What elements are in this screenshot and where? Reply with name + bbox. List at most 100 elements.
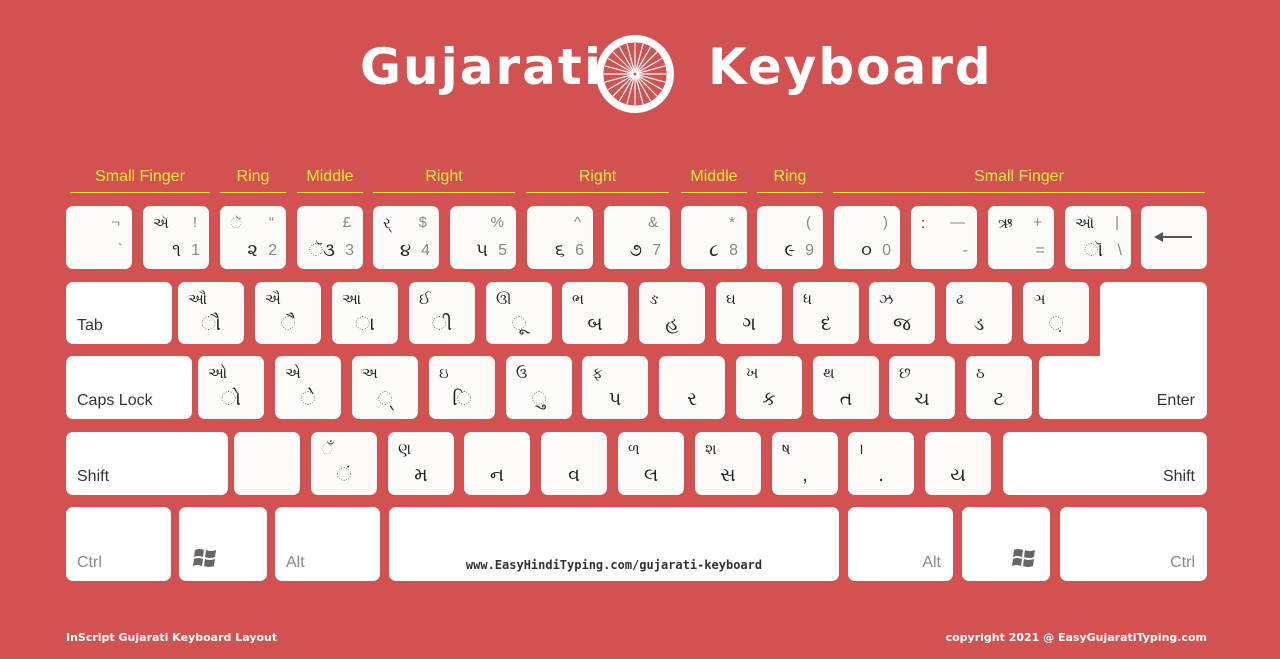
key-bottom-5[interactable]: ળલ [618, 432, 684, 495]
enter-label: Enter [1156, 392, 1195, 409]
spacebar[interactable]: www.EasyHindiTyping.com/gujarati-keyboar… [389, 507, 839, 581]
left-windows-key[interactable] [179, 507, 267, 581]
key-number-0[interactable]: ¬ ` [66, 206, 132, 269]
gujarati-char: ટ [993, 389, 1005, 410]
shift-symbol: % [490, 214, 504, 231]
gujarati-char: ૉ [1084, 240, 1103, 260]
base-char: - [962, 242, 968, 259]
gujarati-char: ં [336, 465, 352, 486]
right-ctrl-key[interactable]: Ctrl [1060, 507, 1207, 581]
gujarati-char: ૈ [280, 314, 296, 335]
right-shift-key[interactable]: Shift [1003, 432, 1207, 495]
key-number-2[interactable]: ૅ “ ૨ 2 [220, 206, 286, 269]
shift-gujarati-char: ઇ [439, 365, 449, 382]
key-number-13[interactable]: ઑ |ૉ \ [1065, 206, 1131, 269]
gujarati-char: િ [452, 389, 472, 410]
tab-label: Tab [77, 317, 103, 334]
key-top-10[interactable]: ઢડ [946, 282, 1012, 344]
key-home-8[interactable]: થત [813, 356, 879, 419]
key-top-2[interactable]: આા [332, 282, 398, 344]
gujarati-char: ૬ [554, 240, 565, 260]
key-number-11[interactable]: : — - [911, 206, 977, 269]
gujarati-char: . [878, 465, 884, 486]
key-top-0[interactable]: ઔૌ [178, 282, 244, 344]
shift-gujarati-char: ઝ [879, 291, 894, 308]
key-top-8[interactable]: ધદ [793, 282, 859, 344]
base-char: ` [117, 242, 123, 259]
key-top-5[interactable]: ભબ [562, 282, 628, 344]
key-home-5[interactable]: ફપ [582, 356, 648, 419]
key-top-9[interactable]: ઝજ [869, 282, 935, 344]
gujarati-char: ક [762, 389, 776, 410]
enter-key[interactable]: Enter [1039, 356, 1207, 419]
key-home-3[interactable]: ઇિ [429, 356, 495, 419]
shift-symbol: “ [269, 214, 274, 231]
right-alt-key[interactable]: Alt [848, 507, 953, 581]
left-ctrl-key[interactable]: Ctrl [66, 507, 171, 581]
left-shift-key[interactable]: Shift [66, 432, 228, 495]
gujarati-char: વ [568, 465, 580, 486]
key-bottom-4[interactable]: વ [541, 432, 607, 495]
shift-symbol: $ [418, 214, 427, 231]
alt-label: Alt [286, 554, 305, 571]
gujarati-char: લ [643, 465, 659, 486]
backspace-key[interactable] [1141, 206, 1207, 269]
key-home-2[interactable]: અ્ [352, 356, 418, 419]
base-char: 7 [652, 242, 661, 259]
gujarati-char: ે [300, 389, 316, 410]
windows-logo-icon [193, 549, 216, 567]
alt-label: Alt [922, 554, 941, 571]
key-top-11[interactable]: ઞ઼ [1023, 282, 1089, 344]
key-bottom-3[interactable]: ન [464, 432, 530, 495]
key-number-7[interactable]: & ૭ 7 [604, 206, 670, 269]
key-home-9[interactable]: છચ [889, 356, 955, 419]
key-top-6[interactable]: ઙહ [639, 282, 705, 344]
gujarati-char: ડ [973, 314, 985, 335]
key-number-4[interactable]: ર્ $૪ 4 [373, 206, 439, 269]
windows-logo-icon [1012, 549, 1035, 567]
key-home-6[interactable]: ર [659, 356, 725, 419]
key-home-4[interactable]: ઉુ [506, 356, 572, 419]
key-bottom-0[interactable] [234, 432, 300, 495]
key-number-8[interactable]: * ૮ 8 [681, 206, 747, 269]
key-bottom-8[interactable]: ।. [848, 432, 914, 495]
key-number-3[interactable]: £ૅ૩ 3 [297, 206, 363, 269]
enter-key[interactable] [1100, 282, 1207, 354]
shift-symbol: ) [883, 214, 888, 231]
key-home-10[interactable]: ઠટ [966, 356, 1032, 419]
enter-key-connector[interactable] [1100, 345, 1207, 365]
shift-gujarati-char: ળ [628, 441, 640, 458]
key-number-1[interactable]: ઍ! ૧ 1 [143, 206, 209, 269]
gujarati-char: બ [587, 314, 603, 335]
key-bottom-7[interactable]: ષ, [772, 432, 838, 495]
key-number-5[interactable]: % ૫ 5 [450, 206, 516, 269]
shift-label: Shift [1162, 468, 1195, 485]
key-bottom-9[interactable]: ય [925, 432, 991, 495]
shift-gujarati-char: ણ [398, 441, 412, 458]
key-bottom-6[interactable]: શસ [695, 432, 761, 495]
key-number-6[interactable]: ^ ૬ 6 [527, 206, 593, 269]
caps-lock-key[interactable]: Caps Lock [66, 356, 192, 419]
key-top-1[interactable]: ઐૈ [255, 282, 321, 344]
tab-key[interactable]: Tab [66, 282, 172, 344]
key-top-3[interactable]: ઈી [409, 282, 475, 344]
base-char: 5 [498, 242, 507, 259]
shift-gujarati-char: ભ [572, 291, 585, 308]
shift-gujarati-char: ઙ [649, 291, 659, 308]
key-number-10[interactable]: ) ૦ 0 [834, 206, 900, 269]
gujarati-char: ૌ [201, 314, 221, 335]
key-number-9[interactable]: (૯ 9 [757, 206, 823, 269]
key-number-12[interactable]: ઋ + = [988, 206, 1054, 269]
key-top-7[interactable]: ઘગ [716, 282, 782, 344]
key-top-4[interactable]: ઊૂ [486, 282, 552, 344]
key-home-0[interactable]: ઓો [198, 356, 264, 419]
key-bottom-1[interactable]: ઁં [311, 432, 377, 495]
base-char: 4 [421, 242, 430, 259]
key-home-1[interactable]: એે [275, 356, 341, 419]
gujarati-char: ય [950, 465, 966, 486]
left-alt-key[interactable]: Alt [275, 507, 380, 581]
key-bottom-2[interactable]: ણમ [388, 432, 454, 495]
key-home-7[interactable]: ખક [736, 356, 802, 419]
footer-copyright: copyright 2021 @ EasyGujaratiTyping.com [945, 631, 1207, 644]
right-windows-key[interactable] [962, 507, 1050, 581]
